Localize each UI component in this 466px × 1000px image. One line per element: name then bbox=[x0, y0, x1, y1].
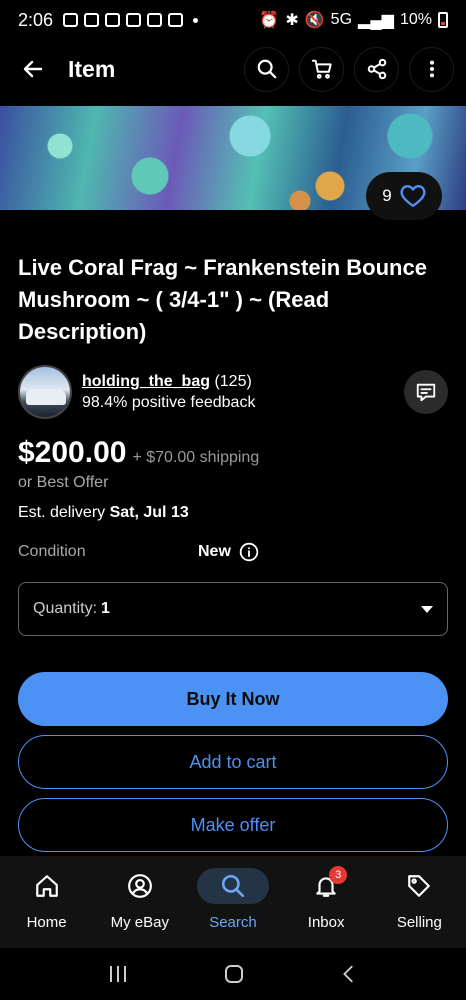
seller-feedback-count: (125) bbox=[214, 373, 252, 390]
more-vertical-icon bbox=[429, 60, 434, 78]
heart-icon bbox=[400, 185, 426, 207]
condition-value: New bbox=[198, 543, 231, 560]
seller-text: holding_the_bag (125) 98.4% positive fee… bbox=[82, 371, 255, 413]
seller-positive-feedback: 98.4% positive feedback bbox=[82, 394, 256, 411]
battery-label: 10% bbox=[399, 11, 432, 28]
message-icon bbox=[416, 383, 436, 402]
back-nav-icon[interactable] bbox=[338, 963, 360, 985]
contact-seller-button[interactable] bbox=[404, 370, 448, 414]
nav-home[interactable]: Home bbox=[4, 868, 90, 931]
nav-search-label: Search bbox=[209, 914, 257, 931]
info-icon[interactable] bbox=[239, 542, 259, 562]
best-offer-label: or Best Offer bbox=[18, 474, 109, 491]
price: $200.00 bbox=[18, 436, 127, 469]
instagram-icon bbox=[147, 13, 163, 27]
shipping-cost: + $70.00 shipping bbox=[132, 449, 260, 466]
nav-my-ebay-icon-wrap bbox=[104, 868, 176, 904]
shield-icon bbox=[105, 13, 121, 27]
share-button[interactable] bbox=[354, 46, 399, 92]
news-icon bbox=[126, 13, 142, 27]
delivery-label: Est. delivery bbox=[18, 504, 106, 521]
item-title: Live Coral Frag ~ Frankenstein Bounce Mu… bbox=[18, 255, 427, 344]
alarm-icon: ⏰ bbox=[259, 12, 280, 29]
home-button-icon[interactable] bbox=[222, 962, 246, 986]
tag-icon bbox=[408, 875, 431, 897]
search-button[interactable] bbox=[244, 46, 289, 92]
condition-row: Condition New bbox=[18, 542, 448, 562]
battery-icon bbox=[438, 12, 448, 28]
nav-inbox-label: Inbox bbox=[307, 914, 345, 931]
seller-name-link[interactable]: holding_the_bag bbox=[82, 373, 210, 390]
status-left: 2:06 bbox=[18, 9, 199, 31]
status-right: ⏰ ✱ 🔇 5G ▂▄▆ 10% bbox=[259, 10, 448, 30]
nav-inbox-icon-wrap: 3 bbox=[290, 866, 362, 904]
favorite-count: 9 bbox=[382, 186, 392, 205]
nav-search-icon-wrap bbox=[196, 868, 269, 904]
quantity-select[interactable]: Quantity: 1 bbox=[18, 582, 448, 636]
instagram-icon-2 bbox=[168, 13, 184, 27]
back-button[interactable] bbox=[18, 54, 48, 84]
seller-info: holding_the_bag (125) 98.4% positive fee… bbox=[18, 364, 448, 420]
nav-my-ebay-label: My eBay bbox=[110, 914, 169, 931]
search-icon bbox=[257, 59, 276, 79]
cart-icon bbox=[311, 59, 332, 79]
nav-search[interactable]: Search bbox=[190, 868, 276, 931]
condition-label: Condition bbox=[18, 543, 86, 560]
favorite-button[interactable]: 9 bbox=[366, 172, 442, 220]
notification-icon bbox=[63, 13, 79, 27]
user-icon bbox=[127, 874, 152, 898]
make-offer-button[interactable]: Make offer bbox=[18, 798, 448, 852]
nav-selling-icon-wrap bbox=[383, 868, 455, 904]
nav-my-ebay[interactable]: My eBay bbox=[97, 868, 183, 931]
search-icon bbox=[221, 874, 245, 898]
page-title: Item bbox=[68, 55, 116, 82]
more-options-button[interactable] bbox=[409, 46, 454, 92]
nav-selling-label: Selling bbox=[396, 914, 442, 931]
share-icon bbox=[367, 58, 386, 80]
signal-icon: ▂▄▆ bbox=[358, 12, 394, 29]
bluetooth-icon: ✱ bbox=[285, 12, 299, 29]
status-time: 2:06 bbox=[18, 9, 54, 30]
cart-button[interactable] bbox=[299, 46, 344, 92]
quantity-label: Quantity: bbox=[33, 600, 98, 617]
home-icon bbox=[35, 875, 58, 897]
app-actions bbox=[244, 46, 454, 92]
app-bar: Item bbox=[0, 44, 466, 94]
condition-value-wrap: New bbox=[198, 542, 259, 562]
inbox-badge: 3 bbox=[329, 866, 348, 884]
mute-icon: 🔇 bbox=[304, 12, 325, 29]
nav-home-icon-wrap bbox=[11, 868, 83, 904]
system-nav bbox=[0, 948, 466, 1000]
price-row: $200.00 + $70.00 shipping bbox=[18, 436, 259, 470]
caret-down-icon bbox=[421, 605, 433, 613]
more-dot-icon bbox=[193, 17, 199, 23]
nav-home-label: Home bbox=[26, 914, 67, 931]
quantity-value: 1 bbox=[101, 600, 110, 617]
nav-inbox[interactable]: 3 Inbox bbox=[283, 866, 369, 931]
buy-it-now-button[interactable]: Buy It Now bbox=[18, 672, 448, 726]
back-arrow-icon bbox=[23, 60, 43, 78]
status-bar: 2:06 ⏰ ✱ 🔇 5G ▂▄▆ 10% bbox=[0, 0, 466, 40]
seller-avatar[interactable] bbox=[18, 365, 72, 419]
youtube-icon bbox=[84, 13, 100, 27]
recent-apps-icon[interactable] bbox=[106, 963, 130, 985]
add-to-cart-button[interactable]: Add to cart bbox=[18, 735, 448, 789]
delivery-estimate: Est. delivery Sat, Jul 13 bbox=[18, 504, 189, 522]
nav-selling[interactable]: Selling bbox=[376, 868, 462, 931]
delivery-date: Sat, Jul 13 bbox=[109, 504, 189, 521]
bottom-nav: Home My eBay Search 3 Inbox Selling bbox=[0, 856, 466, 948]
network-label: 5G bbox=[330, 11, 353, 28]
